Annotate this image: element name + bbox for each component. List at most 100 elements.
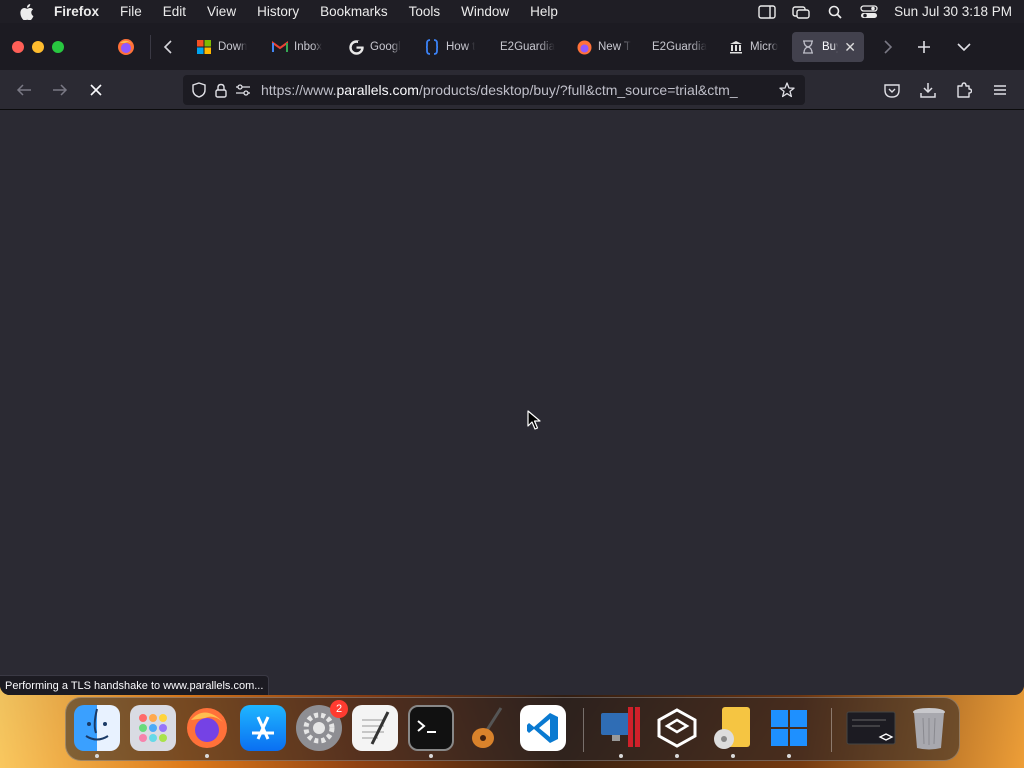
running-indicator <box>787 754 791 758</box>
tab-title: E2Guardia <box>500 41 555 53</box>
dock-separator <box>831 708 832 752</box>
menu-bookmarks[interactable]: Bookmarks <box>320 4 388 19</box>
menu-view[interactable]: View <box>207 4 236 19</box>
scroll-tabs-left-button[interactable] <box>156 35 180 59</box>
menu-tools[interactable]: Tools <box>409 4 441 19</box>
dock-garageband[interactable] <box>464 705 510 751</box>
bookmark-star-icon[interactable] <box>777 80 797 100</box>
new-tab-button[interactable] <box>912 35 936 59</box>
spotlight-search-icon[interactable] <box>826 5 844 19</box>
list-all-tabs-button[interactable] <box>952 35 976 59</box>
dock-trash[interactable] <box>906 705 952 751</box>
pinned-tab-firefox[interactable] <box>108 33 144 61</box>
menu-history[interactable]: History <box>257 4 299 19</box>
control-center-icon[interactable] <box>860 4 878 19</box>
dock-parallels-toolbox[interactable] <box>654 705 700 758</box>
gear-icon <box>303 712 335 744</box>
stop-loading-button[interactable] <box>84 78 108 102</box>
vscode-icon <box>527 713 558 743</box>
plus-icon <box>918 41 930 53</box>
mouse-cursor-icon <box>527 410 541 430</box>
tab-title: Micro <box>750 41 779 53</box>
lock-icon[interactable] <box>211 80 231 100</box>
app-menu-button[interactable] <box>989 79 1011 101</box>
dock-terminal[interactable] <box>408 705 454 758</box>
status-panel: Performing a TLS handshake to www.parall… <box>0 675 270 695</box>
pocket-button[interactable] <box>881 79 903 101</box>
tab-microsoft[interactable]: Micro <box>720 32 790 62</box>
url-text[interactable]: https://www.parallels.com/products/deskt… <box>261 82 761 98</box>
menu-help[interactable]: Help <box>530 4 558 19</box>
tab-title: Down <box>218 41 248 53</box>
dock-vscode[interactable] <box>520 705 566 751</box>
zoom-window-button[interactable] <box>52 41 64 53</box>
page-content-area[interactable]: Performing a TLS handshake to www.parall… <box>0 110 1024 695</box>
hexagon-logo-icon <box>657 708 697 748</box>
firefox-window: Down Inbox Googl How t E2Guardia New T E… <box>0 23 1024 695</box>
dock-installer-disc[interactable] <box>710 705 756 758</box>
dock-parallels-desktop[interactable] <box>598 705 644 758</box>
pocket-icon <box>884 83 900 98</box>
sidebar-toggle-icon[interactable] <box>758 4 776 19</box>
back-button[interactable] <box>12 78 36 102</box>
tab-how-to[interactable]: How t <box>416 32 492 62</box>
dock-finder[interactable] <box>74 705 120 758</box>
chevron-down-icon <box>957 43 971 52</box>
running-indicator <box>95 754 99 758</box>
close-tab-icon[interactable]: ✕ <box>844 39 856 56</box>
address-bar[interactable]: https://www.parallels.com/products/deskt… <box>183 75 805 105</box>
folder-disc-icon <box>714 707 750 749</box>
hamburger-menu-icon <box>994 85 1006 95</box>
apple-menu-icon[interactable] <box>18 3 36 21</box>
tab-google[interactable]: Googl <box>340 32 416 62</box>
screen-mirroring-icon[interactable] <box>792 5 810 19</box>
dock-launchpad[interactable] <box>130 705 176 751</box>
dock-app-store[interactable] <box>240 705 286 751</box>
navigation-toolbar: https://www.parallels.com/products/deskt… <box>0 70 1024 110</box>
menu-window[interactable]: Window <box>461 4 509 19</box>
menu-app-firefox[interactable]: Firefox <box>54 4 99 19</box>
running-indicator <box>675 754 679 758</box>
scroll-tabs-right-button[interactable] <box>876 35 900 59</box>
minimize-window-button[interactable] <box>32 41 44 53</box>
tab-strip: Down Inbox Googl How t E2Guardia New T E… <box>188 31 864 63</box>
tab-microsoft-download[interactable]: Down <box>188 32 264 62</box>
close-icon <box>90 84 102 96</box>
close-window-button[interactable] <box>12 41 24 53</box>
menubar-clock[interactable]: Sun Jul 30 3:18 PM <box>894 4 1012 19</box>
tab-e2guardian-2[interactable]: E2Guardia <box>644 32 720 62</box>
extensions-button[interactable] <box>953 79 975 101</box>
permissions-icon[interactable] <box>233 80 253 100</box>
arrow-left-icon <box>16 84 31 96</box>
running-indicator <box>205 754 209 758</box>
dock-textedit[interactable] <box>352 705 398 751</box>
tab-title: How t <box>446 41 476 53</box>
finder-icon <box>85 708 109 741</box>
dock-system-settings[interactable]: 2 <box>296 700 348 751</box>
tracking-protection-shield-icon[interactable] <box>189 80 209 100</box>
textedit-icon <box>362 711 390 745</box>
forward-button[interactable] <box>48 78 72 102</box>
tab-new-tab[interactable]: New T <box>568 32 644 62</box>
url-prefix: https://www. <box>261 82 337 98</box>
running-indicator <box>619 754 623 758</box>
dock-minimized-window[interactable] <box>846 705 896 751</box>
menu-file[interactable]: File <box>120 4 142 19</box>
tab-title: E2Guardia <box>652 41 707 53</box>
dock-firefox[interactable] <box>184 705 230 758</box>
url-host: parallels.com <box>336 82 419 98</box>
menu-edit[interactable]: Edit <box>163 4 186 19</box>
running-indicator <box>429 754 433 758</box>
tab-gmail-inbox[interactable]: Inbox <box>264 32 340 62</box>
terminal-icon <box>417 720 436 733</box>
tab-title: Googl <box>370 41 401 53</box>
dock-separator <box>583 708 584 752</box>
tab-e2guardian-1[interactable]: E2Guardia <box>492 32 568 62</box>
tab-buy-active[interactable]: Buy ✕ <box>792 32 864 62</box>
tab-title: Buy <box>822 41 838 53</box>
dock-windows-vm[interactable] <box>766 705 812 758</box>
app-store-icon <box>252 716 274 740</box>
bank-icon <box>728 39 744 55</box>
google-icon <box>348 39 364 55</box>
downloads-button[interactable] <box>917 79 939 101</box>
